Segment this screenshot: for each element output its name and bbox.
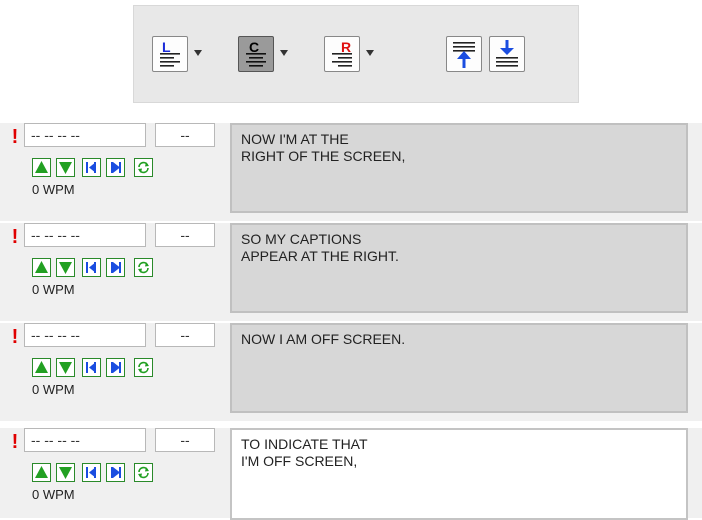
align-center-icon: C <box>246 39 266 67</box>
caption-line-2: RIGHT OF THE SCREEN, <box>241 148 406 164</box>
move-down-button[interactable] <box>56 158 75 177</box>
move-down-button[interactable] <box>56 463 75 482</box>
align-right-letter: R <box>341 39 351 55</box>
skip-left-icon <box>86 467 96 478</box>
align-center-letter: C <box>249 39 259 55</box>
caption-text-box[interactable]: TO INDICATE THAT I'M OFF SCREEN, <box>230 428 688 520</box>
move-up-button[interactable] <box>32 258 51 277</box>
refresh-button[interactable] <box>134 358 153 377</box>
align-center-button[interactable]: C <box>238 36 274 72</box>
arrow-down-icon <box>496 40 518 67</box>
triangle-up-icon <box>35 261 48 273</box>
align-left-button[interactable]: L <box>152 36 188 72</box>
triangle-up-icon <box>35 466 48 478</box>
merge-next-button[interactable] <box>106 258 125 277</box>
caption-text-box[interactable]: NOW I AM OFF SCREEN. <box>230 323 688 413</box>
caption-row: ! -- -- -- -- -- <box>0 428 702 520</box>
align-right-button[interactable]: R <box>324 36 360 72</box>
align-right-icon: R <box>332 39 352 67</box>
caption-line-1: NOW I'M AT THE <box>241 131 349 147</box>
wpm-label: 0 WPM <box>32 282 75 297</box>
align-left-dropdown-arrow[interactable] <box>194 50 202 56</box>
caption-line-2: APPEAR AT THE RIGHT. <box>241 248 399 264</box>
merge-next-button[interactable] <box>106 158 125 177</box>
caption-row: ! -- -- -- -- -- <box>0 223 702 321</box>
caption-row: ! -- -- -- -- -- <box>0 123 702 221</box>
move-up-button[interactable] <box>32 463 51 482</box>
triangle-up-icon <box>35 161 48 173</box>
caption-text-box[interactable]: NOW I'M AT THE RIGHT OF THE SCREEN, <box>230 123 688 213</box>
refresh-icon <box>138 361 149 374</box>
arrow-up-icon <box>453 42 475 68</box>
duration-field[interactable]: -- <box>155 428 215 452</box>
timecode-field[interactable]: -- -- -- -- <box>24 428 146 452</box>
align-bottom-button[interactable] <box>489 36 525 72</box>
alert-icon: ! <box>11 226 19 248</box>
triangle-up-icon <box>35 361 48 373</box>
skip-right-icon <box>111 162 121 173</box>
merge-next-button[interactable] <box>106 463 125 482</box>
skip-left-icon <box>86 362 96 373</box>
duration-field[interactable]: -- <box>155 123 215 147</box>
align-left-icon: L <box>159 39 181 69</box>
refresh-icon <box>138 261 149 274</box>
caption-text-box[interactable]: SO MY CAPTIONS APPEAR AT THE RIGHT. <box>230 223 688 313</box>
alert-icon: ! <box>11 431 19 453</box>
skip-left-icon <box>86 262 96 273</box>
move-up-button[interactable] <box>32 358 51 377</box>
caption-line-2: I'M OFF SCREEN, <box>241 453 358 469</box>
merge-next-button[interactable] <box>106 358 125 377</box>
skip-right-icon <box>111 467 121 478</box>
triangle-down-icon <box>59 467 72 479</box>
alert-icon: ! <box>11 326 19 348</box>
merge-previous-button[interactable] <box>82 158 101 177</box>
triangle-down-icon <box>59 362 72 374</box>
duration-field[interactable]: -- <box>155 323 215 347</box>
triangle-down-icon <box>59 162 72 174</box>
skip-right-icon <box>111 362 121 373</box>
caption-line-1: TO INDICATE THAT <box>241 436 368 452</box>
skip-right-icon <box>111 262 121 273</box>
align-right-dropdown-arrow[interactable] <box>366 50 374 56</box>
timecode-field[interactable]: -- -- -- -- <box>24 323 146 347</box>
move-up-button[interactable] <box>32 158 51 177</box>
refresh-button[interactable] <box>134 158 153 177</box>
align-left-letter: L <box>162 39 171 55</box>
timecode-field[interactable]: -- -- -- -- <box>24 123 146 147</box>
caption-row: ! -- -- -- -- -- <box>0 323 702 421</box>
refresh-button[interactable] <box>134 258 153 277</box>
wpm-label: 0 WPM <box>32 182 75 197</box>
timecode-field[interactable]: -- -- -- -- <box>24 223 146 247</box>
duration-field[interactable]: -- <box>155 223 215 247</box>
alert-icon: ! <box>11 126 19 148</box>
merge-previous-button[interactable] <box>82 258 101 277</box>
refresh-button[interactable] <box>134 463 153 482</box>
move-down-button[interactable] <box>56 358 75 377</box>
merge-previous-button[interactable] <box>82 358 101 377</box>
triangle-down-icon <box>59 262 72 274</box>
wpm-label: 0 WPM <box>32 382 75 397</box>
caption-line-1: NOW I AM OFF SCREEN. <box>241 331 406 347</box>
move-down-button[interactable] <box>56 258 75 277</box>
refresh-icon <box>138 466 149 479</box>
merge-previous-button[interactable] <box>82 463 101 482</box>
align-center-dropdown-arrow[interactable] <box>280 50 288 56</box>
caption-line-1: SO MY CAPTIONS <box>241 231 362 247</box>
wpm-label: 0 WPM <box>32 487 75 502</box>
skip-left-icon <box>86 162 96 173</box>
refresh-icon <box>138 161 149 174</box>
alignment-toolbar: L C R <box>133 5 579 103</box>
align-top-button[interactable] <box>446 36 482 72</box>
